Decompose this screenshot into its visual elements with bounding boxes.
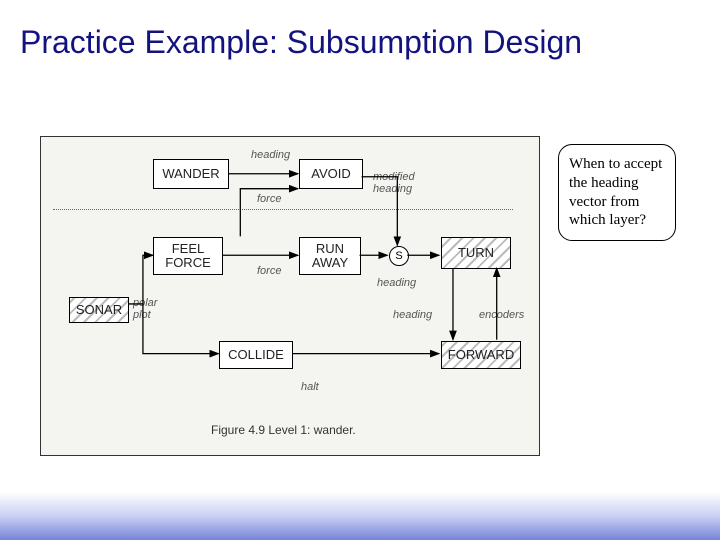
- edge-label-heading-mid: heading: [377, 277, 416, 289]
- edge-label-polar-plot: polar plot: [133, 297, 157, 321]
- node-feel-force: FEEL FORCE: [153, 237, 223, 275]
- edge-label-force-mid: force: [257, 265, 281, 277]
- diagram-frame: WANDER AVOID FEEL FORCE RUN AWAY S TURN …: [40, 136, 540, 456]
- node-suppressor: S: [389, 246, 409, 266]
- edge-label-modified-heading: modified heading: [373, 171, 415, 195]
- node-wander: WANDER: [153, 159, 229, 189]
- edge-label-heading-top: heading: [251, 149, 290, 161]
- node-sonar: SONAR: [69, 297, 129, 323]
- figure-caption: Figure 4.9 Level 1: wander.: [211, 423, 356, 437]
- slide-footer-gradient: [0, 492, 720, 540]
- callout-question: When to accept the heading vector from w…: [558, 144, 676, 241]
- edge-label-encoders: encoders: [479, 309, 524, 321]
- edge-label-heading-right: heading: [393, 309, 432, 321]
- node-turn: TURN: [441, 237, 511, 269]
- arrows-layer: [41, 137, 539, 455]
- node-forward: FORWARD: [441, 341, 521, 369]
- slide-title: Practice Example: Subsumption Design: [20, 24, 582, 61]
- node-avoid: AVOID: [299, 159, 363, 189]
- node-run-away: RUN AWAY: [299, 237, 361, 275]
- node-collide: COLLIDE: [219, 341, 293, 369]
- layer-separator: [53, 209, 513, 210]
- edge-label-force-top: force: [257, 193, 281, 205]
- edge-label-halt: halt: [301, 381, 319, 393]
